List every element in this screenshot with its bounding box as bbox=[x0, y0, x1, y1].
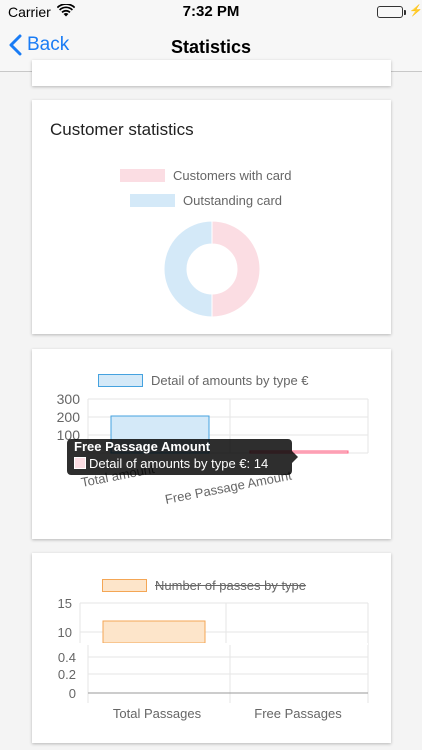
grid bbox=[79, 602, 369, 703]
x-tick-label: Total Passages bbox=[113, 706, 202, 721]
y-tick-label: 15 bbox=[58, 596, 72, 611]
y-tick-label: 0.4 bbox=[58, 650, 76, 665]
passes-card: Number of passes by type 15 10 0.4 0.2 0… bbox=[32, 553, 391, 743]
charging-bolt-icon: ⚡ bbox=[409, 5, 422, 17]
legend-swatch bbox=[120, 169, 165, 182]
legend-label: Customers with card bbox=[173, 168, 292, 183]
y-tick-label: 200 bbox=[57, 409, 81, 425]
chart-tooltip: Free Passage Amount Detail of amounts by… bbox=[67, 439, 298, 475]
battery-icon bbox=[377, 6, 403, 18]
legend-item-outstanding-card[interactable]: Outstanding card bbox=[130, 193, 282, 208]
legend-item-customers-with-card[interactable]: Customers with card bbox=[120, 168, 291, 183]
bar-total-passages bbox=[102, 620, 206, 644]
status-time: 7:32 PM bbox=[182, 3, 240, 20]
legend-swatch bbox=[130, 194, 175, 207]
page-title: Statistics bbox=[170, 37, 252, 57]
doughnut-chart[interactable] bbox=[163, 220, 261, 318]
tooltip-caret bbox=[292, 451, 298, 463]
tooltip-text: Detail of amounts by type €: 14 bbox=[89, 456, 269, 471]
passes-bar-chart[interactable]: 15 10 0.4 0.2 0 Total Passages Free Pass… bbox=[32, 553, 391, 743]
card-previous bbox=[32, 60, 391, 86]
y-tick-label: 10 bbox=[58, 625, 72, 640]
card-title: Customer statistics bbox=[50, 120, 194, 139]
customer-statistics-card: Customer statistics Customers with card … bbox=[32, 100, 391, 334]
slice-customers-with-card bbox=[211, 220, 261, 318]
chart-divider bbox=[80, 643, 368, 645]
tooltip-swatch bbox=[74, 457, 86, 469]
slice-outstanding-card bbox=[163, 220, 213, 318]
x-tick-label: Free Passages bbox=[254, 706, 342, 721]
status-bar: Carrier 7:32 PM ⚡ bbox=[0, 0, 422, 24]
battery-tip bbox=[404, 10, 406, 15]
legend-label: Outstanding card bbox=[183, 193, 283, 208]
y-tick-label: 0 bbox=[69, 686, 76, 701]
y-tick-label: 0.2 bbox=[58, 667, 76, 682]
tooltip-title: Free Passage Amount bbox=[74, 439, 211, 454]
y-tick-label: 300 bbox=[57, 391, 81, 407]
